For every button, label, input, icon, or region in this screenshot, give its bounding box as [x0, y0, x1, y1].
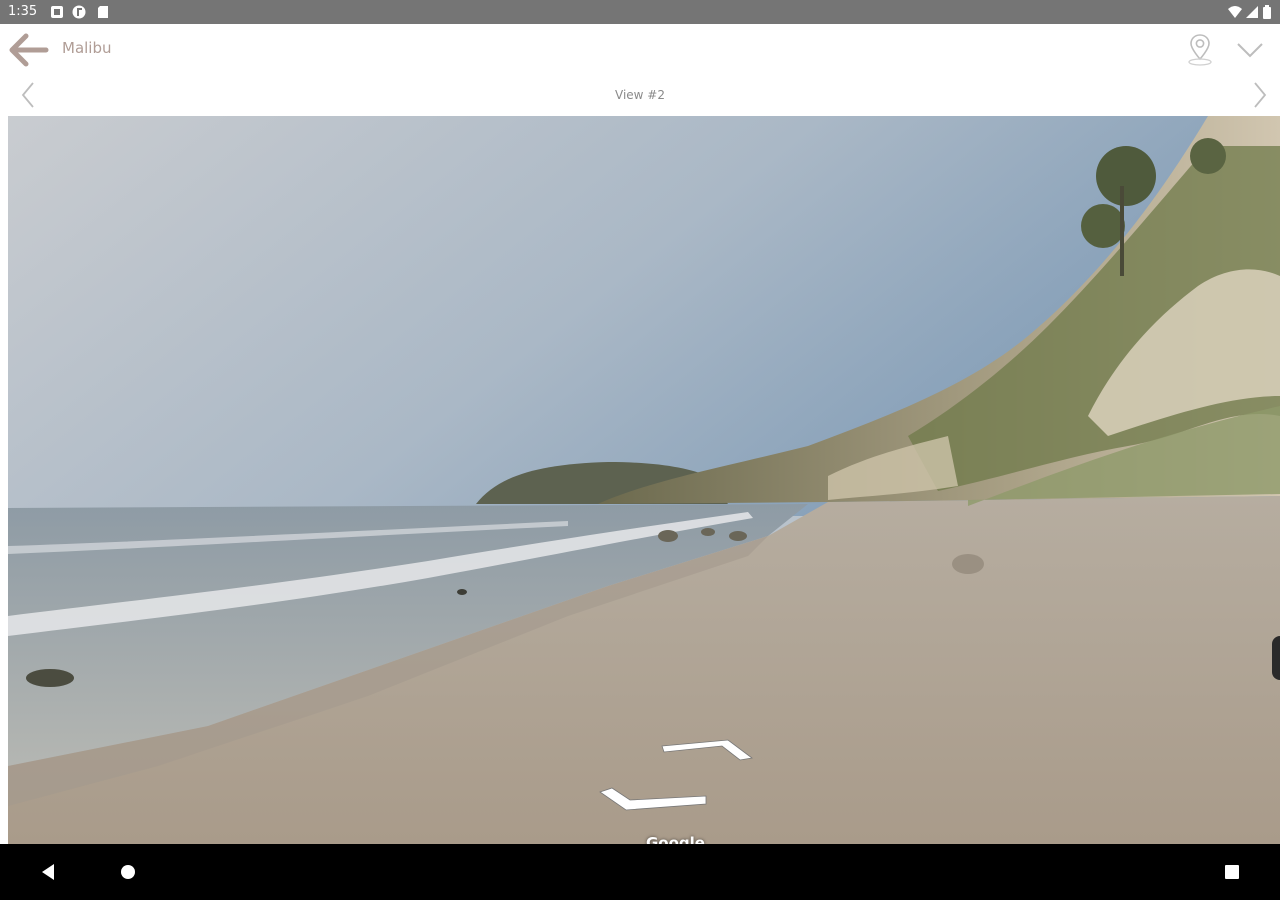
nav-chevron-forward-icon[interactable]: [656, 732, 768, 764]
signal-icon: [1246, 6, 1258, 18]
system-navigation-bar: [0, 844, 1280, 900]
page-title: Malibu: [62, 39, 112, 57]
chevron-down-icon[interactable]: [1234, 36, 1266, 64]
square-recents-icon[interactable]: [1220, 860, 1244, 884]
street-view-panorama[interactable]: Google: [8, 116, 1280, 844]
wifi-icon: [1228, 6, 1242, 18]
chevron-right-icon[interactable]: [1246, 80, 1274, 110]
beach-scene-image: [8, 116, 1280, 844]
map-pin-icon[interactable]: [1184, 32, 1216, 68]
battery-icon: [1263, 5, 1271, 19]
view-selector-bar: View #2: [0, 74, 1280, 116]
status-time: 1:35: [8, 4, 38, 19]
arrow-left-icon[interactable]: [6, 32, 52, 68]
view-label: View #2: [615, 88, 665, 102]
google-watermark: Google: [646, 834, 705, 844]
triangle-back-icon[interactable]: [36, 860, 60, 884]
sd-card-icon: [98, 6, 108, 18]
circle-home-icon[interactable]: [116, 860, 140, 884]
app-badge-icon: [72, 5, 86, 19]
edge-drag-handle[interactable]: [1272, 636, 1280, 680]
notification-icon: [51, 6, 63, 18]
status-bar: 1:35: [0, 0, 1280, 24]
app-bar: Malibu: [0, 24, 1280, 74]
nav-chevron-back-icon[interactable]: [598, 784, 710, 816]
